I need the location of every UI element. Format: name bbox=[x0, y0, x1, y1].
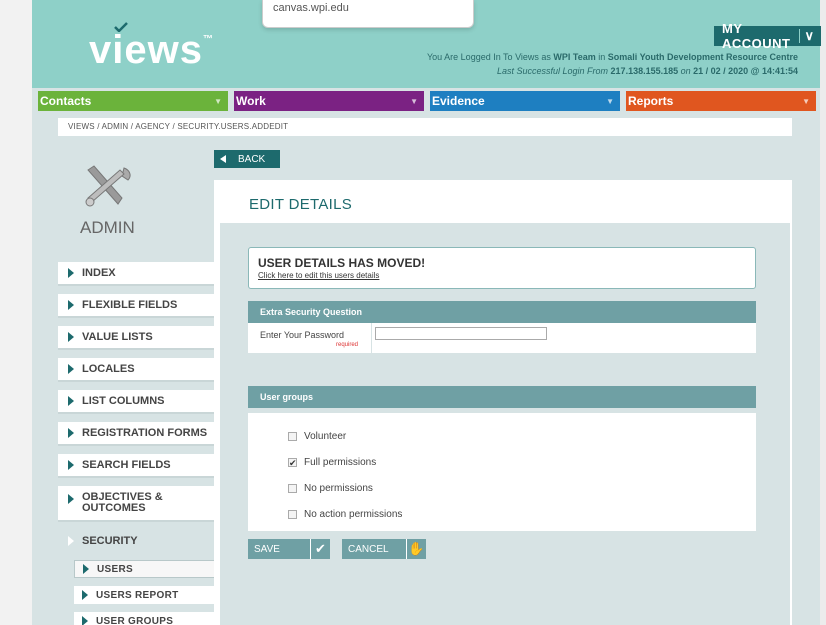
page-title: EDIT DETAILS bbox=[249, 196, 353, 213]
back-arrow-icon bbox=[220, 155, 226, 163]
password-input[interactable] bbox=[375, 327, 547, 340]
main-nav: Contacts ▼ Work ▼ Evidence ▼ Reports ▼ bbox=[38, 91, 822, 111]
form-area: USER DETAILS HAS MOVED! Click here to ed… bbox=[220, 223, 790, 625]
sidebar-item-list-columns[interactable]: LIST COLUMNS bbox=[58, 390, 214, 414]
sidebar-subitem-users[interactable]: USERS bbox=[74, 560, 218, 578]
checkbox[interactable] bbox=[288, 432, 297, 441]
arrow-right-icon bbox=[68, 428, 74, 438]
sidebar-item-locales[interactable]: LOCALES bbox=[58, 358, 214, 382]
sidebar-item-search-fields[interactable]: SEARCH FIELDS bbox=[58, 454, 214, 478]
login-info: You Are Logged In To Views as WPI Team i… bbox=[426, 52, 798, 62]
checkbox[interactable] bbox=[288, 510, 297, 519]
logo-check-icon bbox=[114, 22, 128, 32]
hand-stop-icon: ✋ bbox=[406, 539, 426, 559]
chevron-down-icon: ▼ bbox=[214, 96, 222, 106]
password-label: Enter Your Password bbox=[260, 330, 345, 340]
checkbox[interactable] bbox=[288, 484, 297, 493]
edit-user-details-link[interactable]: Click here to edit this users details bbox=[258, 271, 746, 280]
breadcrumb: VIEWS / ADMIN / AGENCY / SECURITY.USERS.… bbox=[58, 118, 792, 136]
checkmark-icon: ✔ bbox=[310, 539, 330, 559]
notice-title: USER DETAILS HAS MOVED! bbox=[258, 256, 426, 270]
required-label: required bbox=[336, 342, 359, 348]
chevron-down-icon: ▼ bbox=[606, 96, 614, 106]
sidebar-item-value-lists[interactable]: VALUE LISTS bbox=[58, 326, 214, 350]
user-groups-header: User groups bbox=[248, 386, 756, 408]
arrow-right-icon bbox=[68, 494, 74, 504]
nav-contacts[interactable]: Contacts ▼ bbox=[38, 91, 228, 111]
arrow-right-icon bbox=[68, 396, 74, 406]
divider bbox=[371, 323, 372, 353]
arrow-right-icon bbox=[68, 268, 74, 278]
left-gutter bbox=[0, 0, 32, 625]
arrow-right-icon bbox=[68, 332, 74, 342]
back-button[interactable]: BACK bbox=[214, 150, 280, 168]
arrow-right-icon bbox=[68, 460, 74, 470]
sidebar-item-registration-forms[interactable]: REGISTRATION FORMS bbox=[58, 422, 214, 446]
arrow-right-icon bbox=[82, 590, 88, 600]
tools-icon bbox=[85, 165, 131, 207]
arrow-right-icon bbox=[68, 536, 74, 546]
nav-work[interactable]: Work ▼ bbox=[234, 91, 424, 111]
nav-evidence[interactable]: Evidence ▼ bbox=[430, 91, 620, 111]
main-panel: EDIT DETAILS USER DETAILS HAS MOVED! Cli… bbox=[214, 180, 792, 625]
group-no-action-permissions[interactable]: No action permissions bbox=[288, 509, 402, 520]
arrow-right-icon bbox=[82, 616, 88, 625]
sidebar-item-flexible-fields[interactable]: FLEXIBLE FIELDS bbox=[58, 294, 214, 318]
user-groups-list: Volunteer ✔ Full permissions No permissio… bbox=[248, 413, 756, 531]
group-volunteer[interactable]: Volunteer bbox=[288, 431, 346, 442]
chevron-down-icon: ▼ bbox=[802, 96, 810, 106]
user-moved-notice: USER DETAILS HAS MOVED! Click here to ed… bbox=[248, 247, 756, 289]
chevron-down-icon: ∨ bbox=[804, 28, 815, 43]
arrow-right-icon bbox=[83, 564, 89, 574]
save-button[interactable]: SAVE ✔ bbox=[248, 539, 330, 559]
chevron-down-icon: ▼ bbox=[410, 96, 418, 106]
nav-reports[interactable]: Reports ▼ bbox=[626, 91, 816, 111]
sidebar-subitem-user-groups[interactable]: USER GROUPS bbox=[74, 612, 218, 625]
arrow-right-icon bbox=[68, 364, 74, 374]
arrow-right-icon bbox=[68, 300, 74, 310]
group-full-permissions[interactable]: ✔ Full permissions bbox=[288, 457, 376, 468]
security-question-header: Extra Security Question bbox=[248, 301, 756, 323]
checkbox[interactable]: ✔ bbox=[288, 458, 297, 468]
last-login-info: Last Successful Login From 217.138.155.1… bbox=[496, 66, 798, 76]
sidebar-item-index[interactable]: INDEX bbox=[58, 262, 214, 286]
admin-title: ADMIN bbox=[80, 218, 135, 237]
sidebar-item-security[interactable]: SECURITY bbox=[58, 529, 214, 553]
url-tooltip: canvas.wpi.edu bbox=[262, 0, 474, 28]
my-account-button[interactable]: MY ACCOUNT ∨ bbox=[714, 21, 821, 51]
sidebar-subitem-users-report[interactable]: USERS REPORT bbox=[74, 586, 218, 604]
password-row: Enter Your Password required bbox=[248, 323, 756, 353]
cancel-button[interactable]: CANCEL ✋ bbox=[342, 539, 426, 559]
views-logo[interactable]: views™ bbox=[89, 28, 214, 73]
group-no-permissions[interactable]: No permissions bbox=[288, 483, 373, 494]
sidebar-item-objectives-outcomes[interactable]: OBJECTIVES & OUTCOMES bbox=[58, 486, 214, 522]
